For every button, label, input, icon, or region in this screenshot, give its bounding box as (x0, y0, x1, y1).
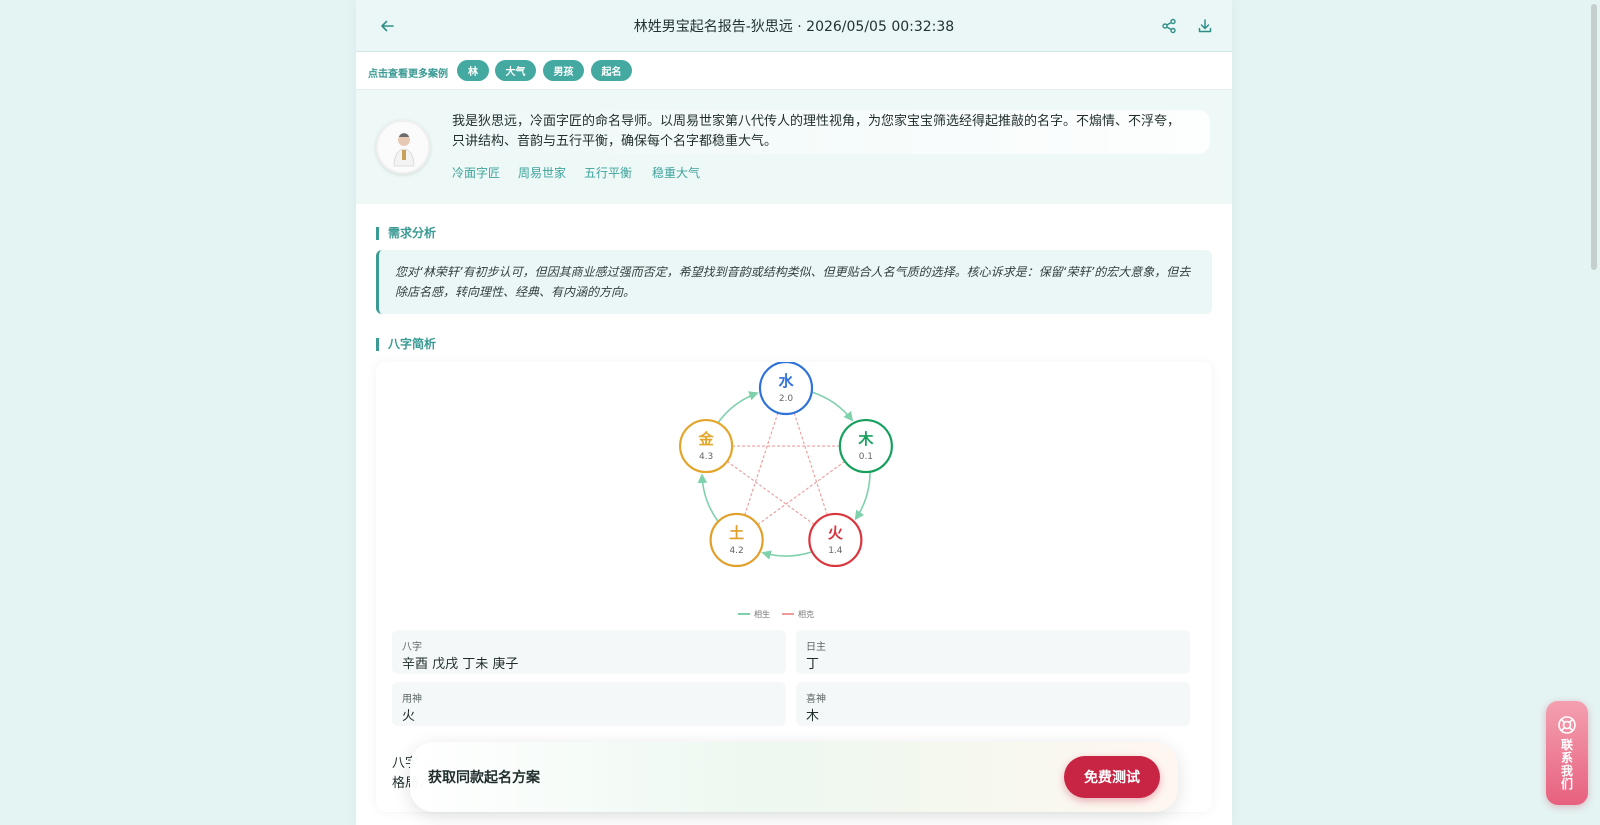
mentor-keyword: 稳重大气 (652, 165, 701, 180)
wuxing-node-fire: 火 1.4 (808, 512, 863, 568)
wuxing-node-metal: 金 4.3 (679, 418, 734, 474)
back-button[interactable] (374, 13, 400, 39)
case-tag-label[interactable]: 点击查看更多案例 (368, 65, 448, 80)
day-master-value: 丁 (806, 657, 820, 672)
cta-bar: 获取同款起名方案 免费测试 (410, 742, 1178, 812)
download-icon (1198, 19, 1212, 33)
mentor-bio: 我是狄思远，冷面字匠的命名导师。以周易世家第八代传人的理性视角，为您家宝宝筛选经… (452, 114, 1181, 149)
wuxing-value: 4.3 (699, 452, 713, 462)
wuxing-name: 木 (857, 430, 874, 448)
useful-god-cell: 用神 火 (392, 682, 786, 726)
wuxing-node-earth: 土 4.2 (709, 512, 764, 568)
mentor-avatar (376, 120, 430, 174)
useful-god-value: 火 (402, 709, 416, 724)
arrow-left-icon (381, 20, 394, 32)
page-title: 林姓男宝起名报告-狄思远 · 2026/05/05 00:32:38 (633, 19, 955, 35)
scrollbar[interactable] (1590, 0, 1598, 825)
case-tag-bar: 点击查看更多案例 林 大气 男孩 起名 (356, 52, 1232, 90)
share-button[interactable] (1156, 13, 1182, 39)
mentor-keyword: 冷面字匠 (452, 165, 501, 180)
favorable-god-value: 木 (806, 709, 820, 724)
cta-text: 获取同款起名方案 (428, 770, 540, 786)
analysis-section-title: 需求分析 (376, 227, 436, 240)
case-tag-boy[interactable]: 男孩 (543, 60, 584, 81)
mentor-profile: 我是狄思远，冷面字匠的命名导师。以周易世家第八代传人的理性视角，为您家宝宝筛选经… (356, 90, 1232, 204)
scrollbar-thumb[interactable] (1591, 4, 1597, 270)
overcome-line (793, 412, 828, 516)
free-test-button[interactable]: 免费测试 (1064, 756, 1160, 798)
download-button[interactable] (1192, 13, 1218, 39)
wuxing-value: 4.2 (729, 546, 743, 556)
analysis-text: 您对‘林荣轩’有初步认可，但因其商业感过强而否定，希望找到音韵或结构类似、但更贴… (395, 265, 1191, 299)
overcome-line (744, 412, 779, 516)
top-bar: 林姓男宝起名报告-狄思远 · 2026/05/05 00:32:38 (356, 0, 1232, 52)
contact-us-button[interactable]: 联系我们 (1546, 701, 1588, 805)
wuxing-value: 2.0 (779, 394, 794, 404)
favorable-god-label: 喜神 (806, 694, 826, 705)
wuxing-legend: 相生 相克 (738, 609, 814, 619)
share-icon (1162, 18, 1176, 34)
generate-arc (854, 472, 871, 521)
mentor-keyword: 周易世家 (518, 165, 567, 180)
wuxing-name: 金 (698, 430, 715, 448)
generate-arc (761, 550, 813, 560)
useful-god-label: 用神 (402, 694, 422, 705)
bazi-pillars-value: 辛酉 戊戌 丁未 庚子 (402, 657, 519, 672)
wuxing-diagram: 水 2.0 木 0.1 火 1.4 土 4.2 金 4.3 相生 相克 (679, 362, 893, 619)
legend-overcome-label: 相克 (798, 609, 814, 619)
wuxing-name: 火 (828, 524, 844, 542)
wuxing-name: 土 (729, 524, 744, 542)
lifebuoy-icon (1558, 716, 1576, 734)
analysis-quote: 您对‘林荣轩’有初步认可，但因其商业感过强而否定，希望找到音韵或结构类似、但更贴… (376, 250, 1212, 314)
wuxing-value: 0.1 (859, 452, 873, 462)
contact-us-label: 联系我们 (1560, 738, 1573, 791)
generate-arc (717, 391, 759, 424)
generate-arc (697, 473, 719, 522)
mentor-keyword: 五行平衡 (584, 165, 633, 180)
wuxing-value: 1.4 (828, 546, 843, 556)
bazi-section-title: 八字简析 (376, 338, 436, 351)
bazi-pillars-label: 八字 (402, 642, 422, 653)
wuxing-name: 水 (778, 372, 794, 390)
favorable-god-cell: 喜神 木 (796, 682, 1190, 726)
case-tag-naming[interactable]: 起名 (591, 60, 632, 81)
day-master-cell: 日主 丁 (796, 630, 1190, 674)
case-tag-lin[interactable]: 林 (457, 60, 489, 81)
day-master-label: 日主 (806, 642, 826, 653)
wuxing-node-wood: 木 0.1 (838, 418, 893, 474)
legend-generate-label: 相生 (754, 609, 770, 619)
report-page: 林姓男宝起名报告-狄思远 · 2026/05/05 00:32:38 点击查看更… (356, 0, 1232, 825)
generate-arc (811, 391, 854, 422)
case-tag-daqi[interactable]: 大气 (495, 60, 536, 81)
wuxing-node-water: 水 2.0 (758, 362, 814, 416)
bazi-pillars-cell: 八字 辛酉 戊戌 丁未 庚子 (392, 630, 786, 674)
